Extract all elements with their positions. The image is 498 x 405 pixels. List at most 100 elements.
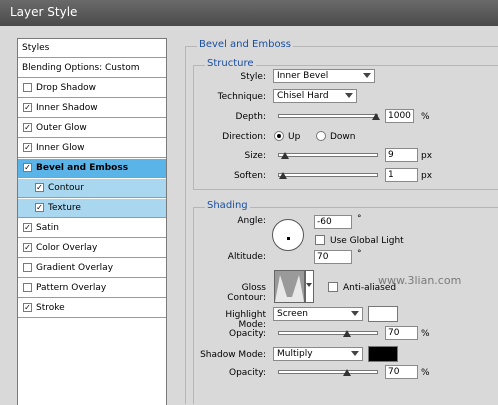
style-value: Inner Bevel xyxy=(277,71,329,81)
sidebar-item-label: Inner Glow xyxy=(36,143,85,153)
shadow-color-swatch[interactable] xyxy=(368,346,398,362)
shadow-opacity-slider[interactable] xyxy=(278,370,378,374)
soften-value: 1 xyxy=(388,170,394,180)
shading-title: Shading xyxy=(205,200,250,211)
sidebar-item-gradient-overlay[interactable]: Gradient Overlay xyxy=(18,259,166,278)
shadow-mode-value: Multiply xyxy=(277,349,313,359)
sidebar-item-label: Bevel and Emboss xyxy=(36,163,129,173)
direction-down-radio[interactable] xyxy=(316,131,326,141)
global-light-label: Use Global Light xyxy=(330,236,404,246)
sidebar-item-color-overlay[interactable]: ✓ Color Overlay xyxy=(18,239,166,258)
soften-slider[interactable] xyxy=(278,173,378,177)
sidebar-item-contour[interactable]: ✓ Contour xyxy=(18,179,166,198)
size-unit: px xyxy=(421,151,433,161)
gradient-overlay-checkbox[interactable] xyxy=(23,263,32,272)
global-light-checkbox[interactable] xyxy=(315,235,325,245)
window-title: Layer Style xyxy=(10,5,78,19)
soften-input[interactable]: 1 xyxy=(385,168,418,182)
texture-checkbox[interactable]: ✓ xyxy=(35,203,44,212)
chevron-down-icon xyxy=(363,73,371,78)
sidebar-item-label: Pattern Overlay xyxy=(36,283,107,293)
highlight-opacity-thumb[interactable] xyxy=(343,330,351,337)
angle-unit: ° xyxy=(357,214,362,224)
highlight-mode-dropdown[interactable]: Screen xyxy=(273,307,363,321)
size-slider[interactable] xyxy=(278,153,378,157)
sidebar-item-label: Satin xyxy=(36,223,59,233)
depth-value: 1000 xyxy=(388,111,411,121)
size-slider-thumb[interactable] xyxy=(281,152,289,159)
technique-label: Technique: xyxy=(217,92,266,102)
angle-dial-center-icon xyxy=(287,237,290,240)
angle-input[interactable]: -60 xyxy=(314,215,352,229)
blending-options-label: Blending Options: Custom xyxy=(22,63,140,73)
depth-label: Depth: xyxy=(235,112,266,122)
styles-list: Styles Blending Options: Custom Drop Sha… xyxy=(17,38,167,405)
blending-options-item[interactable]: Blending Options: Custom xyxy=(18,59,166,78)
inner-glow-checkbox[interactable]: ✓ xyxy=(23,143,32,152)
shadow-opacity-thumb[interactable] xyxy=(343,369,351,376)
altitude-unit: ° xyxy=(357,249,362,259)
title-bar: Layer Style xyxy=(0,0,498,26)
sidebar-item-stroke[interactable]: ✓ Stroke xyxy=(18,299,166,318)
style-dropdown[interactable]: Inner Bevel xyxy=(273,69,375,83)
sidebar-item-label: Gradient Overlay xyxy=(36,263,114,273)
depth-slider[interactable] xyxy=(278,114,378,118)
technique-dropdown[interactable]: Chisel Hard xyxy=(273,89,357,103)
anti-aliased-checkbox[interactable] xyxy=(328,282,338,292)
drop-shadow-checkbox[interactable] xyxy=(23,83,32,92)
shadow-opacity-value: 70 xyxy=(388,367,400,377)
depth-input[interactable]: 1000 xyxy=(385,109,414,123)
gloss-contour-preview[interactable] xyxy=(274,270,305,303)
sidebar-item-satin[interactable]: ✓ Satin xyxy=(18,219,166,238)
sidebar-item-inner-glow[interactable]: ✓ Inner Glow xyxy=(18,139,166,158)
stroke-checkbox[interactable]: ✓ xyxy=(23,303,32,312)
sidebar-item-outer-glow[interactable]: ✓ Outer Glow xyxy=(18,119,166,138)
sidebar-item-label: Contour xyxy=(48,183,84,193)
highlight-color-swatch[interactable] xyxy=(368,306,398,322)
shadow-opacity-unit: % xyxy=(421,368,430,378)
sidebar-item-texture[interactable]: ✓ Texture xyxy=(18,199,166,218)
sidebar-item-bevel-emboss[interactable]: ✓ Bevel and Emboss xyxy=(18,159,166,178)
highlight-mode-label: Highlight Mode: xyxy=(225,310,266,330)
color-overlay-checkbox[interactable]: ✓ xyxy=(23,243,32,252)
altitude-value: 70 xyxy=(317,252,329,262)
chevron-down-icon xyxy=(345,93,353,98)
angle-dial[interactable] xyxy=(272,219,304,251)
shadow-opacity-input[interactable]: 70 xyxy=(385,365,418,379)
satin-checkbox[interactable]: ✓ xyxy=(23,223,32,232)
altitude-label: Altitude: xyxy=(227,252,266,262)
direction-up-radio[interactable] xyxy=(274,131,284,141)
bevel-emboss-checkbox[interactable]: ✓ xyxy=(23,163,32,172)
styles-header-label: Styles xyxy=(22,43,50,53)
highlight-opacity-slider[interactable] xyxy=(278,331,378,335)
chevron-down-icon xyxy=(306,283,312,287)
angle-value: -60 xyxy=(317,217,332,227)
sidebar-item-label: Outer Glow xyxy=(36,123,87,133)
sidebar-item-label: Texture xyxy=(48,203,81,213)
styles-header[interactable]: Styles xyxy=(18,39,166,58)
sidebar-item-label: Color Overlay xyxy=(36,243,98,253)
outer-glow-checkbox[interactable]: ✓ xyxy=(23,123,32,132)
depth-slider-thumb[interactable] xyxy=(372,113,380,120)
direction-label: Direction: xyxy=(222,132,266,142)
pattern-overlay-checkbox[interactable] xyxy=(23,283,32,292)
soften-slider-thumb[interactable] xyxy=(279,172,287,179)
sidebar-item-inner-shadow[interactable]: ✓ Inner Shadow xyxy=(18,99,166,118)
sidebar-item-pattern-overlay[interactable]: Pattern Overlay xyxy=(18,279,166,298)
shadow-mode-dropdown[interactable]: Multiply xyxy=(273,347,363,361)
size-value: 9 xyxy=(388,150,394,160)
gloss-contour-dropdown[interactable] xyxy=(305,270,314,303)
altitude-input[interactable]: 70 xyxy=(314,250,352,264)
gloss-contour-label: Gloss Contour: xyxy=(227,283,266,303)
highlight-opacity-input[interactable]: 70 xyxy=(385,326,418,340)
size-input[interactable]: 9 xyxy=(385,148,418,162)
highlight-opacity-value: 70 xyxy=(388,328,400,338)
chevron-down-icon xyxy=(351,311,359,316)
soften-label: Soften: xyxy=(233,171,266,181)
contour-checkbox[interactable]: ✓ xyxy=(35,183,44,192)
sidebar-item-label: Drop Shadow xyxy=(36,83,97,93)
inner-shadow-checkbox[interactable]: ✓ xyxy=(23,103,32,112)
sidebar-item-drop-shadow[interactable]: Drop Shadow xyxy=(18,79,166,98)
bevel-emboss-title: Bevel and Emboss xyxy=(197,39,293,50)
highlight-mode-value: Screen xyxy=(277,309,308,319)
